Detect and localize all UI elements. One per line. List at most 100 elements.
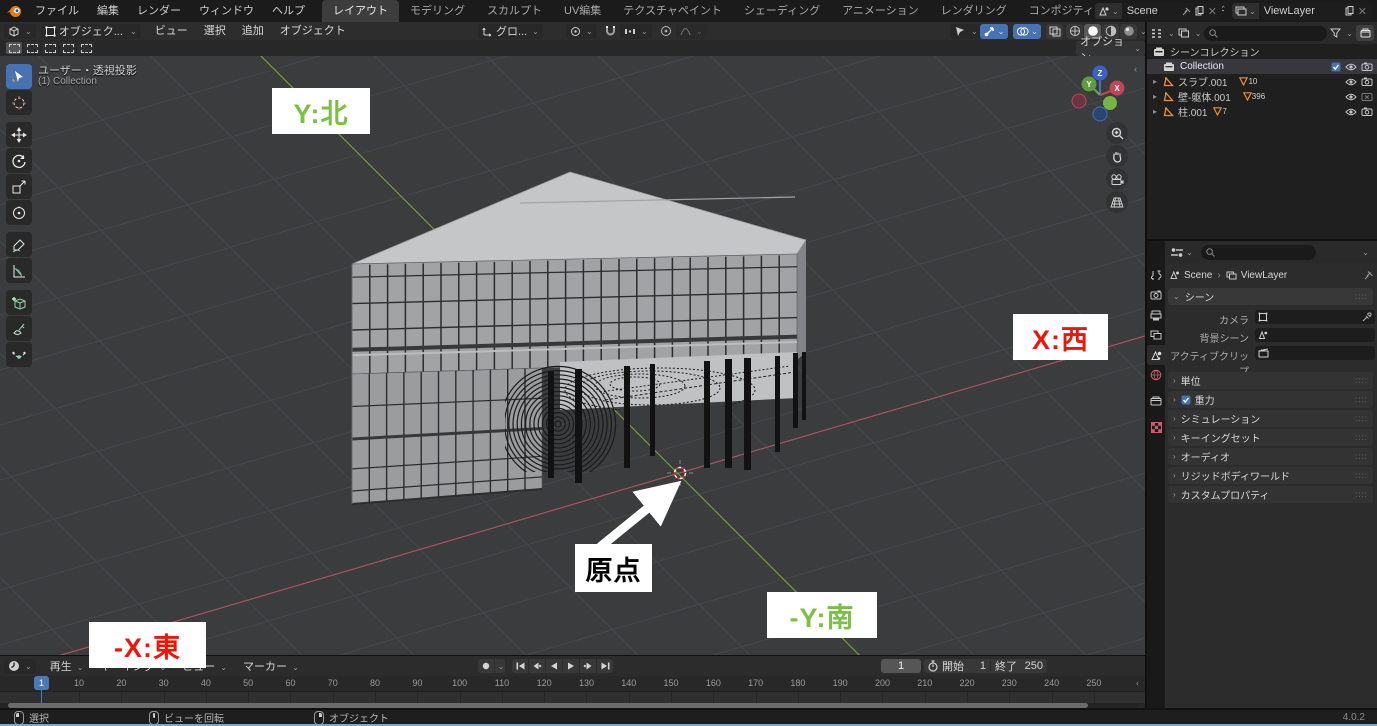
menu-file[interactable]: ファイル (26, 0, 88, 22)
timeline-editor-type-button[interactable]: ⌄ (4, 659, 36, 674)
panel-custom-properties[interactable]: ›カスタムプロパティ:::: (1168, 486, 1373, 503)
timeline-ruler[interactable]: 1020304050607080901001101201301401501601… (0, 676, 1145, 691)
workspace-tab-rendering[interactable]: レンダリング (930, 0, 1018, 22)
editor-type-button[interactable]: ⌄ (4, 24, 36, 39)
object-row-column[interactable]: ▸ 柱.001 7 (1147, 104, 1377, 119)
mode-selector[interactable]: オブジェク...⌄ (41, 24, 141, 39)
panel-audio[interactable]: ›オーディオ:::: (1168, 448, 1373, 465)
current-frame-field[interactable]: 1 (881, 659, 921, 673)
camera-view-button[interactable] (1106, 168, 1128, 190)
scene-selector[interactable]: ⌄ Scene ✕ (1095, 3, 1222, 19)
gravity-checkbox[interactable] (1181, 395, 1191, 405)
background-scene-field[interactable] (1255, 328, 1375, 342)
hide-viewport-icon[interactable] (1345, 93, 1357, 101)
scene-name-field[interactable]: Scene ✕ (1122, 3, 1222, 19)
active-clip-field[interactable] (1255, 346, 1375, 360)
camera-field[interactable] (1255, 310, 1375, 324)
tool-select-box[interactable] (6, 64, 32, 89)
tool-transform[interactable] (6, 200, 32, 225)
workspace-tab-animation[interactable]: アニメーション (831, 0, 930, 22)
show-gizmo-toggle[interactable]: ⌄ (980, 24, 1008, 39)
snap-magnet-icon[interactable] (604, 25, 617, 37)
collection-checkbox[interactable] (1331, 62, 1341, 72)
next-keyframe-button[interactable] (580, 659, 596, 673)
workspace-tab-layout[interactable]: レイアウト (322, 0, 399, 22)
copy-icon[interactable] (1345, 6, 1354, 16)
selectability-visibility-dropdown[interactable]: ⌄ (950, 24, 982, 39)
scene-icon[interactable]: ⌄ (1095, 3, 1122, 19)
transform-orientation-dropdown[interactable]: グロ...⌄ (478, 24, 543, 39)
panel-rigid-body-world[interactable]: ›リジッドボディワールド:::: (1168, 467, 1373, 484)
menu-window[interactable]: ウィンドウ (190, 0, 263, 22)
disable-render-icon[interactable] (1361, 107, 1373, 116)
proportional-falloff-dropdown[interactable]: ⌄ (676, 24, 707, 39)
tool-scale[interactable] (6, 174, 32, 199)
play-reverse-button[interactable] (546, 659, 562, 673)
jump-to-end-button[interactable] (597, 659, 613, 673)
menu-help[interactable]: ヘルプ (263, 0, 314, 22)
workspace-tab-shading[interactable]: シェーディング (733, 0, 831, 22)
proportional-editing-icon[interactable] (660, 25, 672, 37)
outliner-search-input[interactable] (1204, 26, 1327, 41)
stopwatch-icon[interactable] (928, 660, 938, 672)
select-mode-invert[interactable] (60, 42, 76, 54)
viewlayer-icon[interactable]: ⌄ (1232, 3, 1259, 19)
hide-viewport-icon[interactable] (1345, 78, 1357, 86)
panel-simulation[interactable]: ›シミュレーション:::: (1168, 410, 1373, 427)
tool-cursor[interactable] (6, 90, 32, 115)
tab-tool[interactable] (1147, 265, 1165, 285)
menu-render[interactable]: レンダー (128, 0, 190, 22)
properties-editor-icon[interactable] (1170, 247, 1184, 258)
workspace-tab-texturepaint[interactable]: テクスチャペイント (612, 0, 733, 22)
viewlayer-selector[interactable]: ⌄ ViewLayer ✕ (1232, 3, 1372, 19)
pin-icon[interactable] (1364, 270, 1374, 280)
snap-target-dropdown[interactable]: ⌄ (620, 24, 652, 39)
menu-edit[interactable]: 編集 (88, 0, 128, 22)
scene-collection-row[interactable]: シーンコレクション (1147, 44, 1377, 59)
panel-scene[interactable]: ⌄シーン:::: (1168, 288, 1373, 305)
copy-icon[interactable] (1195, 6, 1204, 16)
panel-gravity[interactable]: › 重力:::: (1168, 391, 1373, 408)
eyedropper-icon[interactable] (1362, 312, 1372, 322)
keying-dropdown[interactable]: ⌄ (495, 659, 505, 673)
unlink-scene-icon[interactable]: ✕ (1208, 5, 1217, 18)
breadcrumb-viewlayer[interactable]: ViewLayer (1241, 270, 1288, 281)
menu-viewport-view[interactable]: ビュー (147, 22, 196, 40)
filter-icon[interactable] (1330, 28, 1341, 38)
tool-extra-1[interactable] (6, 316, 32, 341)
breadcrumb-scene[interactable]: Scene (1184, 270, 1212, 281)
show-overlays-toggle[interactable]: ⌄ (1013, 24, 1041, 39)
select-mode-extend[interactable] (24, 42, 40, 54)
tool-extra-2[interactable] (6, 342, 32, 367)
navigation-gizmo[interactable]: Z Y X (1055, 60, 1143, 140)
options-button[interactable]: オプション⌄ (1076, 41, 1145, 56)
disable-render-icon[interactable] (1361, 77, 1373, 86)
collection-row[interactable]: Collection (1147, 59, 1377, 74)
tool-rotate[interactable] (6, 148, 32, 173)
menu-playback[interactable]: 再生 ⌄ (42, 658, 92, 674)
pivot-point-dropdown[interactable]: ⌄ (566, 24, 597, 39)
menu-viewport-object[interactable]: オブジェクト (272, 22, 354, 40)
tab-render[interactable] (1147, 285, 1165, 305)
panel-keying-sets[interactable]: ›キーイングセット:::: (1168, 429, 1373, 446)
jump-to-start-button[interactable] (512, 659, 528, 673)
object-row-wall[interactable]: ▸ 壁-躯体.001 396 (1147, 89, 1377, 104)
tool-annotate[interactable] (6, 232, 32, 257)
prev-keyframe-button[interactable] (529, 659, 545, 673)
start-frame-value[interactable]: 1 (968, 660, 986, 672)
select-mode-set[interactable] (6, 42, 22, 54)
workspace-tab-sculpting[interactable]: スカルプト (476, 0, 553, 22)
orthographic-toggle-button[interactable] (1106, 191, 1128, 213)
menu-viewport-add[interactable]: 追加 (234, 22, 272, 40)
panel-units[interactable]: ›単位:::: (1168, 372, 1373, 389)
menu-viewport-select[interactable]: 選択 (196, 22, 234, 40)
properties-options-dropdown[interactable]: ⌄ (1362, 248, 1369, 257)
tool-measure[interactable] (6, 258, 32, 283)
xray-toggle[interactable] (1046, 24, 1063, 39)
hide-viewport-icon[interactable] (1345, 63, 1357, 71)
tool-move[interactable] (6, 122, 32, 147)
auto-keying-button[interactable] (478, 659, 494, 673)
properties-search-input[interactable] (1201, 245, 1316, 260)
workspace-tab-uv[interactable]: UV編集 (553, 0, 612, 22)
end-frame-value[interactable]: 250 (1021, 660, 1043, 672)
